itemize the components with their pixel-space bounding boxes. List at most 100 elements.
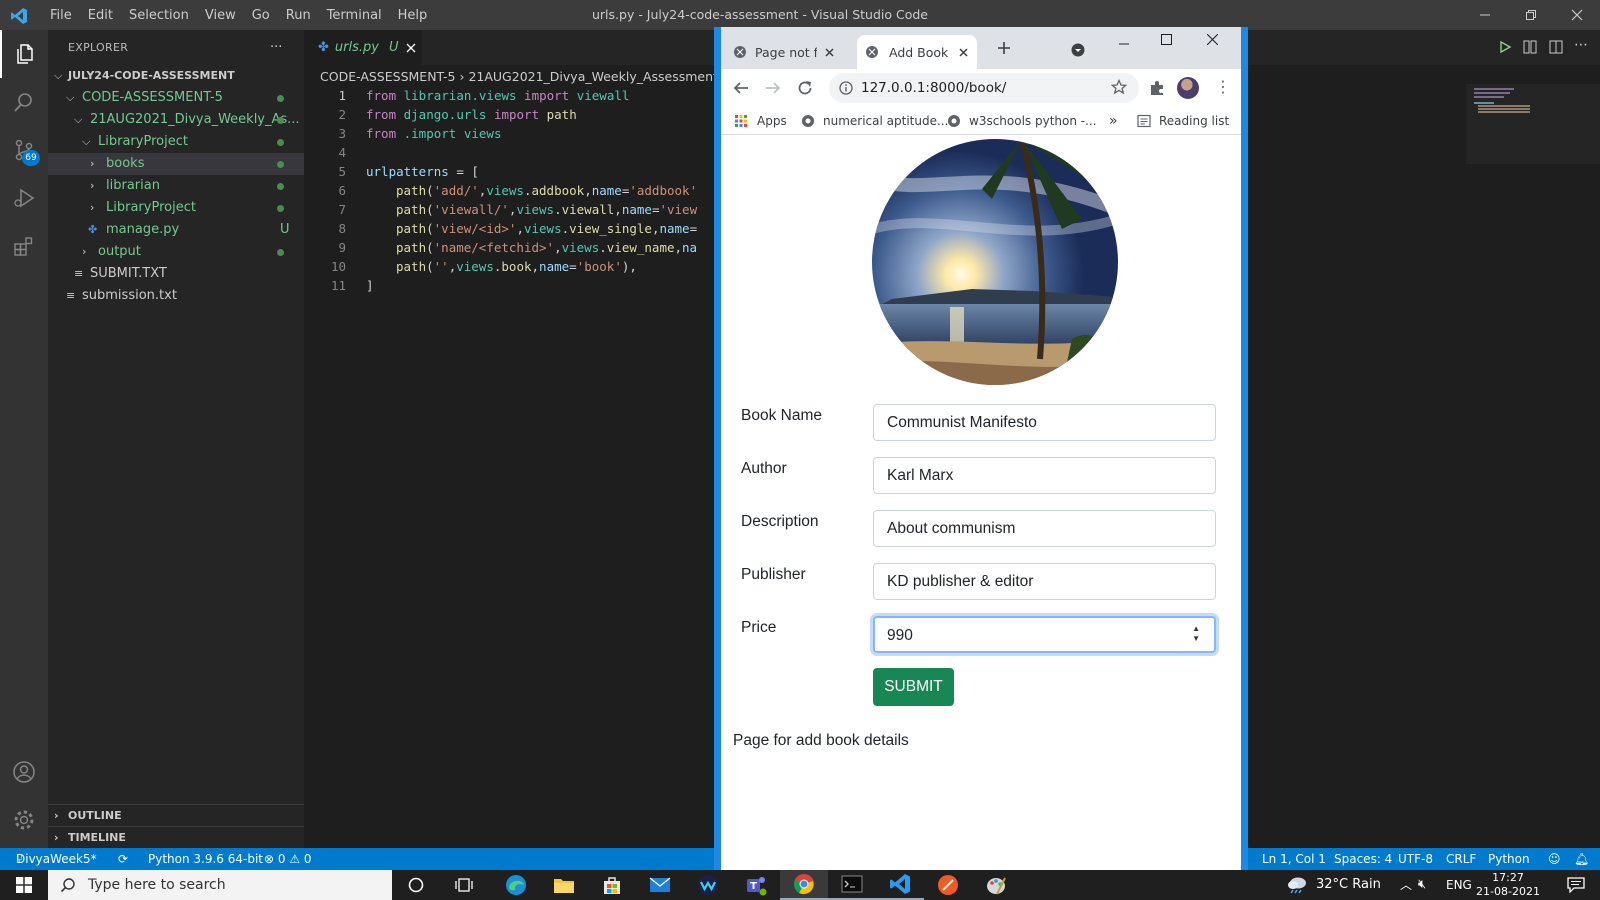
code-line-9[interactable]: path('name/<fetchid>',views.view_name,na bbox=[396, 240, 697, 255]
tree-root[interactable]: ⌵ JULY24-CODE-ASSESSMENT bbox=[48, 65, 304, 87]
restore-button[interactable] bbox=[1508, 0, 1554, 30]
code-line-11[interactable]: ] bbox=[366, 278, 374, 293]
more-actions-icon[interactable]: ⋯ bbox=[1574, 37, 1588, 53]
taskbar-search-box[interactable]: Type here to search bbox=[48, 870, 392, 900]
chrome-taskbar-button[interactable] bbox=[780, 870, 828, 900]
store-taskbar-button[interactable] bbox=[588, 870, 636, 900]
feedback-icon[interactable]: ☺ bbox=[1548, 848, 1561, 870]
forward-button[interactable] bbox=[765, 80, 781, 96]
manage-activity[interactable] bbox=[0, 796, 48, 844]
author-input[interactable]: Karl Marx bbox=[873, 457, 1216, 494]
code-line-8[interactable]: path('view/<id>',views.view_single,name= bbox=[396, 221, 697, 236]
code-line-7[interactable]: path('viewall/',views.viewall,name='view bbox=[396, 202, 697, 217]
cursor-position[interactable]: Ln 1, Col 1 bbox=[1262, 848, 1326, 870]
back-button[interactable] bbox=[733, 80, 749, 96]
python-interpreter[interactable]: Python 3.9.6 64-bit bbox=[148, 848, 263, 870]
indentation[interactable]: Spaces: 4 bbox=[1334, 848, 1392, 870]
speaker-muted-icon[interactable]: 🔇︎ bbox=[1418, 870, 1426, 900]
more-bookmarks-button[interactable]: » bbox=[1109, 107, 1118, 135]
omnibox[interactable]: 127.0.0.1:8000/book/ bbox=[829, 73, 1139, 103]
browser-tab-page-not-found[interactable]: Page not fo bbox=[733, 35, 851, 69]
terminal-taskbar-button[interactable] bbox=[828, 870, 876, 900]
browser-close-button[interactable] bbox=[1207, 34, 1218, 45]
timeline-section[interactable]: › TIMELINE bbox=[48, 826, 304, 848]
tree-item-libraryproject-inner[interactable]: › LibraryProject bbox=[48, 197, 304, 219]
open-changes-button[interactable] bbox=[1522, 39, 1538, 55]
tab-close-button[interactable] bbox=[825, 47, 834, 57]
submit-button[interactable]: SUBMIT bbox=[873, 668, 954, 706]
info-icon[interactable] bbox=[839, 81, 853, 95]
bookmark-numerical-aptitude[interactable]: numerical aptitude... bbox=[823, 107, 948, 135]
edge-taskbar-button[interactable] bbox=[492, 870, 540, 900]
problems-status[interactable]: ⊗ 0 ⚠ 0 bbox=[264, 848, 312, 870]
browser-minimize-button[interactable] bbox=[1119, 39, 1129, 49]
vscode-taskbar-button[interactable] bbox=[876, 870, 924, 900]
tree-item-manage-py[interactable]: ✤ manage.py U bbox=[48, 219, 304, 241]
weather-icon[interactable] bbox=[1286, 874, 1308, 894]
mail-taskbar-button[interactable] bbox=[636, 870, 684, 900]
minimize-button[interactable] bbox=[1462, 0, 1508, 30]
bookmark-star-button[interactable] bbox=[1111, 79, 1127, 95]
tab-close-button[interactable] bbox=[406, 43, 416, 53]
task-view-button[interactable] bbox=[440, 870, 488, 900]
tab-close-button[interactable] bbox=[959, 47, 968, 57]
menu-run[interactable]: Run bbox=[278, 8, 319, 23]
run-file-button[interactable] bbox=[1498, 40, 1512, 54]
new-tab-button[interactable] bbox=[997, 41, 1011, 55]
menu-selection[interactable]: Selection bbox=[121, 8, 197, 23]
menu-edit[interactable]: Edit bbox=[80, 8, 121, 23]
code-line-1[interactable]: from librarian.views import viewall bbox=[366, 88, 629, 103]
tree-item-books[interactable]: › books bbox=[48, 153, 304, 175]
line-ending[interactable]: CRLF bbox=[1446, 848, 1476, 870]
start-button[interactable] bbox=[0, 870, 48, 900]
menu-terminal[interactable]: Terminal bbox=[319, 8, 390, 23]
tab-urls-py[interactable]: ✤ urls.py U bbox=[304, 30, 422, 65]
explorer-activity[interactable] bbox=[0, 30, 48, 78]
postman-taskbar-button[interactable] bbox=[924, 870, 972, 900]
url-text[interactable]: 127.0.0.1:8000/book/ bbox=[861, 73, 1006, 103]
clock[interactable]: 17:27 21-08-2021 bbox=[1476, 870, 1540, 899]
browser-maximize-button[interactable] bbox=[1161, 34, 1172, 45]
number-spinner[interactable]: ▲ ▼ bbox=[1192, 624, 1200, 644]
run-debug-activity[interactable] bbox=[0, 174, 48, 222]
explorer-more-button[interactable]: ··· bbox=[270, 30, 282, 66]
sync-icon[interactable]: ⟳ bbox=[118, 848, 128, 870]
split-editor-button[interactable] bbox=[1548, 39, 1564, 55]
tree-item-code-assessment-5[interactable]: ⌵ CODE-ASSESSMENT-5 bbox=[48, 87, 304, 109]
bookmark-apps[interactable]: Apps bbox=[757, 107, 787, 135]
price-input[interactable]: 990 ▲ ▼ bbox=[873, 616, 1216, 653]
language-mode[interactable]: Python bbox=[1488, 848, 1530, 870]
reload-button[interactable] bbox=[797, 80, 813, 96]
notification-center-button[interactable] bbox=[1552, 870, 1600, 900]
close-window-button[interactable] bbox=[1554, 0, 1600, 30]
teams-taskbar-button[interactable]: T bbox=[732, 870, 780, 900]
menu-help[interactable]: Help bbox=[390, 8, 436, 23]
tree-item-libraryproject[interactable]: ⌵ LibraryProject bbox=[48, 131, 304, 153]
search-activity[interactable] bbox=[0, 78, 48, 126]
tree-item-assessment-folder[interactable]: ⌵ 21AUG2021_Divya_Weekly_As... bbox=[48, 109, 304, 131]
tree-item-librarian[interactable]: › librarian bbox=[48, 175, 304, 197]
menu-go[interactable]: Go bbox=[244, 8, 278, 23]
cortana-button[interactable] bbox=[392, 870, 440, 900]
extensions-activity[interactable] bbox=[0, 222, 48, 270]
minimap[interactable] bbox=[1466, 84, 1600, 164]
reading-list[interactable]: Reading list bbox=[1159, 107, 1229, 135]
tray-chevron-icon[interactable]: ︿ bbox=[1400, 870, 1412, 900]
breadcrumb[interactable]: CODE-ASSESSMENT-5 › 21AUG2021_Divya_Week… bbox=[320, 66, 735, 88]
bookmark-w3schools[interactable]: w3schools python -... bbox=[969, 107, 1097, 135]
weather-text[interactable]: 32°C Rain bbox=[1316, 870, 1381, 900]
tree-item-submission-txt[interactable]: ≡ submission.txt bbox=[48, 285, 304, 307]
encoding[interactable]: UTF-8 bbox=[1398, 848, 1433, 870]
code-line-3[interactable]: from .import views bbox=[366, 126, 501, 141]
chrome-menu-icon[interactable]: ⋮ bbox=[1215, 77, 1231, 97]
publisher-input[interactable]: KD publisher & editor bbox=[873, 563, 1216, 600]
source-control-activity[interactable]: 69 bbox=[0, 126, 48, 174]
tree-item-output[interactable]: › output bbox=[48, 241, 304, 263]
menu-file[interactable]: File bbox=[42, 8, 80, 23]
accounts-activity[interactable] bbox=[0, 748, 48, 796]
code-line-10[interactable]: path('',views.book,name='book'), bbox=[396, 259, 637, 274]
tree-item-submit-txt[interactable]: ≡ SUBMIT.TXT bbox=[48, 263, 304, 285]
code-line-2[interactable]: from django.urls import path bbox=[366, 107, 577, 122]
tab-search-button[interactable] bbox=[1071, 43, 1085, 57]
file-explorer-taskbar-button[interactable] bbox=[540, 870, 588, 900]
